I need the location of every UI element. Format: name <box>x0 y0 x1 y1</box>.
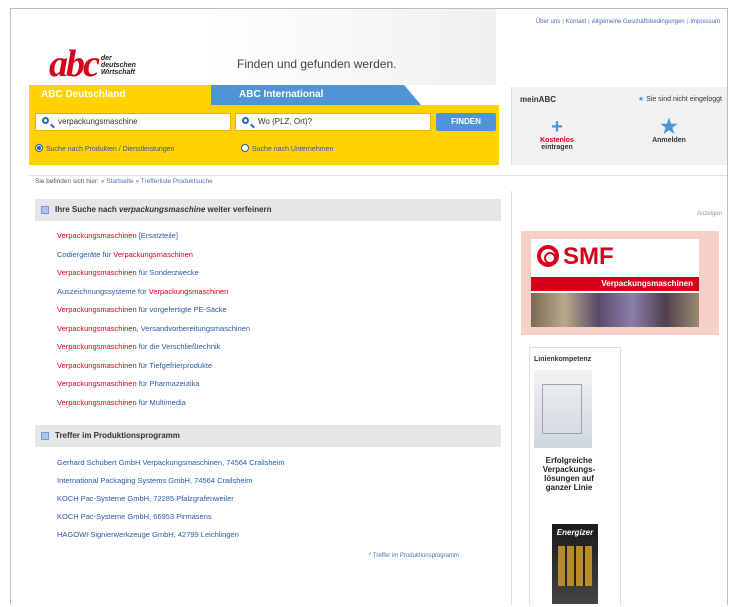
radio-products[interactable]: Suche nach Produkten / Dienstleistungen <box>35 144 174 153</box>
refine-item[interactable]: Verpackungsmaschinen für Multimedia <box>57 398 186 407</box>
battery-image: Energizer <box>552 524 598 604</box>
breadcrumb-home[interactable]: » Startseite <box>101 178 134 185</box>
search-input[interactable]: verpackungsmaschine <box>35 113 231 131</box>
sky-text: Erfolgreiche Verpackungs-lösungen auf ga… <box>542 456 596 492</box>
machine-image <box>534 370 592 448</box>
refine-item[interactable]: Verpackungsmaschinen für die Verschließt… <box>57 342 220 351</box>
spiral-icon <box>537 245 559 267</box>
page-frame: Über uns | Kontakt | Allgemeine Geschäftsbed… <box>10 8 728 605</box>
chart-icon <box>41 432 49 440</box>
refine-item[interactable]: Verpackungsmaschinen für Pharmazeutika <box>57 379 200 388</box>
link-impressum[interactable]: Impressum <box>690 19 720 25</box>
refine-header: Ihre Suche nach verpackungsmaschine weit… <box>35 199 501 221</box>
meinabc-title: meinABC <box>520 95 557 104</box>
refine-item[interactable]: Verpackungsmaschinen für Sonderzwecke <box>57 268 199 277</box>
smf-tagline: Verpackungsmaschinen <box>531 277 699 291</box>
top-links: Über uns | Kontakt | Allgemeine Geschäftsbed… <box>535 19 720 25</box>
treffer-item[interactable]: Gerhard Schubert GmbH Verpackungsmaschin… <box>57 458 285 467</box>
link-kontakt[interactable]: Kontakt <box>566 19 586 25</box>
refine-icon <box>41 206 49 214</box>
location-input[interactable]: Wo (PLZ, Ort)? <box>235 113 431 131</box>
find-button[interactable]: FINDEN <box>436 113 496 131</box>
radio-companies[interactable]: Suche nach Unternehmen <box>241 144 333 153</box>
link-agb[interactable]: Allgemeine Geschäftsbedingungen <box>592 19 685 25</box>
treffer-item[interactable]: KOCH Pac-Systeme GmbH, 66953 Pirmasens <box>57 512 212 521</box>
refine-item[interactable]: Verpackungsmaschinen für vorgefertigte P… <box>57 305 227 314</box>
smf-ad-content: SMF Verpackungsmaschinen <box>531 239 699 327</box>
search-icon <box>242 117 249 124</box>
treffer-item[interactable]: International Packaging Systems GmbH, 74… <box>57 476 253 485</box>
login-status: ★ Sie sind nicht eingeloggt <box>637 96 722 103</box>
divider <box>29 175 727 176</box>
star-icon: ★ <box>637 96 645 103</box>
more-treffer-link[interactable]: * Treffer im Produktionsprogramm <box>369 553 459 559</box>
tab-abc-deutschland[interactable]: ABC Deutschland <box>29 85 219 105</box>
smf-ad[interactable]: SMF Verpackungsmaschinen <box>521 231 719 335</box>
refine-item[interactable]: Auszeichnungssysteme für Verpackungsmasc… <box>57 287 228 296</box>
refine-item[interactable]: Verpackungsmaschinen [Ersatzteile] <box>57 231 178 240</box>
treffer-item[interactable]: HAGOWI Signierwerkzeuge GmbH, 42799 Leic… <box>57 530 239 539</box>
plus-icon: + <box>551 116 563 138</box>
treffer-item[interactable]: KOCH Pac-Systeme GmbH, 72285 Pfalzgrafen… <box>57 494 234 503</box>
logo-main: abc <box>49 43 100 85</box>
refine-item[interactable]: Codiergeräte für Verpackungsmaschinen <box>57 250 193 259</box>
meinabc-panel: meinABC ★ Sie sind nicht eingeloggt + Ko… <box>511 87 727 165</box>
breadcrumb: Sie befinden sich hier: » Startseite » T… <box>35 178 213 185</box>
sky-title: Linienkompetenz <box>534 356 592 363</box>
treffer-header: Treffer im Produktionsprogramm <box>35 425 501 447</box>
logo-subtitle: der deutschen Wirtschaft <box>100 55 136 76</box>
link-ueber-uns[interactable]: Über uns <box>536 19 560 25</box>
radio-unselected-icon <box>241 144 249 152</box>
radio-selected-icon <box>35 144 43 152</box>
refine-item[interactable]: Verpackungsmaschinen für Tiefgefrierprod… <box>57 361 212 370</box>
tagline: Finden und gefunden werden. <box>237 57 397 71</box>
abc-logo[interactable]: abc der deutschen Wirtschaft <box>49 43 141 85</box>
smf-logo: SMF <box>537 243 614 271</box>
register-button[interactable]: + Kostenlos eintragen <box>522 117 592 151</box>
skyscraper-ad[interactable]: Linienkompetenz Erfolgreiche Verpackungs… <box>529 347 621 605</box>
breadcrumb-current[interactable]: » Trefferliste Produktsuche <box>135 178 212 185</box>
login-button[interactable]: ★ Anmelden <box>634 117 704 144</box>
refine-item[interactable]: Verpackungsmaschinen, Versandvorbereitun… <box>57 324 250 333</box>
smf-photos <box>531 293 699 327</box>
tab-abc-international[interactable]: ABC International <box>211 85 421 105</box>
ads-label: Anzeigen <box>696 211 722 217</box>
star-icon: ★ <box>660 116 678 138</box>
search-icon <box>42 117 49 124</box>
